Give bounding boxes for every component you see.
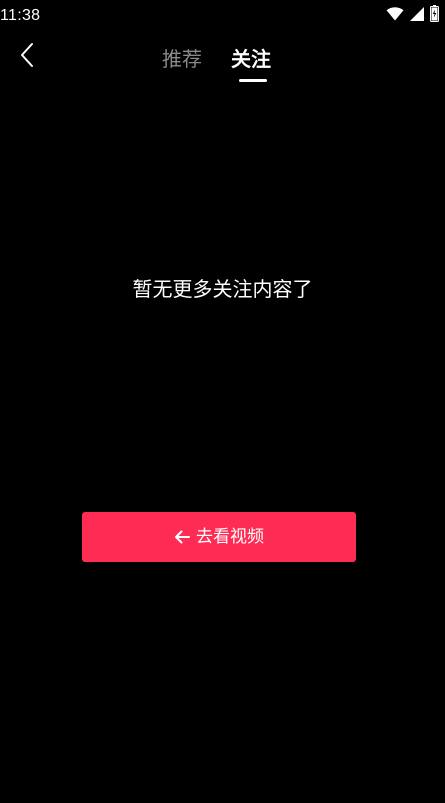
status-icons bbox=[386, 4, 439, 26]
go-watch-videos-button[interactable]: 去看视频 bbox=[82, 512, 356, 562]
arrow-left-icon bbox=[174, 530, 190, 544]
active-tab-indicator bbox=[239, 79, 267, 82]
status-time: 11:38 bbox=[0, 7, 41, 24]
empty-state-message: 暂无更多关注内容了 bbox=[132, 277, 313, 301]
go-watch-videos-label: 去看视频 bbox=[196, 527, 264, 547]
wifi-icon bbox=[386, 6, 404, 25]
cellular-signal-icon bbox=[410, 6, 424, 25]
tab-follow[interactable]: 关注 bbox=[231, 44, 271, 74]
status-bar: 11:38 bbox=[0, 0, 445, 30]
tab-recommend[interactable]: 推荐 bbox=[162, 44, 202, 74]
battery-icon bbox=[430, 4, 439, 26]
top-tabs: 推荐 关注 bbox=[0, 44, 445, 84]
